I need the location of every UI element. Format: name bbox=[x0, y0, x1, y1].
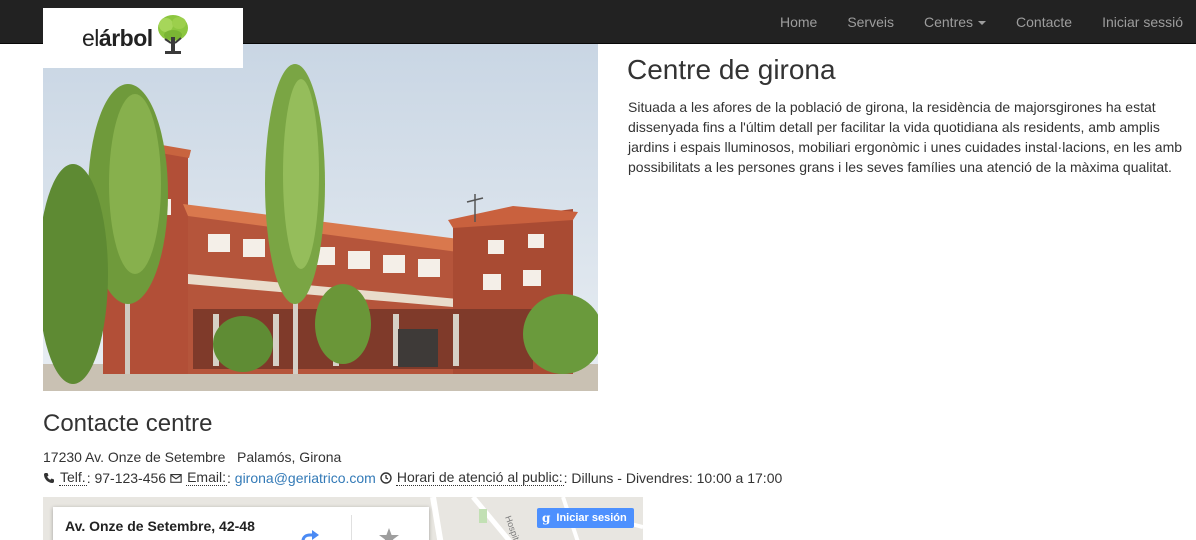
logo-wordmark: elárbol bbox=[82, 25, 153, 52]
building-illustration bbox=[43, 44, 598, 391]
nav-menu: Home Serveis Centres Contacte Iniciar se… bbox=[765, 0, 1196, 44]
contact-address: 17230 Av. Onze de Setembre Palamós, Giro… bbox=[43, 449, 342, 465]
nav-contacte[interactable]: Contacte bbox=[1001, 4, 1087, 40]
google-signin-button[interactable]: g Iniciar sesión bbox=[537, 508, 634, 528]
map-card-divider bbox=[351, 515, 352, 540]
directions-icon[interactable] bbox=[299, 529, 321, 540]
nav-home[interactable]: Home bbox=[765, 4, 832, 40]
phone-number: 97-123-456 bbox=[94, 469, 167, 486]
nav-iniciar-sessio[interactable]: Iniciar sessió bbox=[1087, 4, 1196, 40]
google-g-icon: g bbox=[542, 511, 551, 525]
map-embed[interactable]: Hospital Av. Onze de Setembre, 42-48 g I… bbox=[43, 497, 643, 540]
centre-description: Situada a les afores de la població de g… bbox=[628, 99, 1183, 175]
email-separator: : bbox=[227, 469, 231, 486]
contact-heading: Contacte centre bbox=[43, 410, 213, 437]
hours-value: Dilluns - Divendres: 10:00 a 17:00 bbox=[571, 469, 783, 486]
nav-serveis[interactable]: Serveis bbox=[832, 4, 909, 40]
phone-icon bbox=[44, 472, 54, 483]
page-title: Centre de girona bbox=[627, 54, 836, 85]
map-place-card: Av. Onze de Setembre, 42-48 bbox=[53, 507, 429, 540]
nav-centres-dropdown[interactable]: Centres bbox=[909, 4, 1001, 40]
caret-down-icon bbox=[978, 21, 987, 26]
hours-label: Horari de atenció al public: bbox=[395, 469, 564, 486]
email-label: Email: bbox=[186, 469, 227, 486]
phone-label: Telf. bbox=[59, 469, 87, 486]
tree-logo-icon bbox=[157, 15, 188, 54]
contact-details: Telf. : 97-123-456 Email: : girona@geria… bbox=[43, 469, 782, 486]
clock-icon bbox=[380, 471, 392, 484]
star-icon[interactable] bbox=[378, 527, 400, 540]
envelope-icon bbox=[170, 473, 182, 483]
google-signin-label: Iniciar sesión bbox=[556, 512, 627, 524]
hours-separator: : bbox=[563, 469, 568, 486]
brand-logo[interactable]: elárbol bbox=[43, 8, 243, 68]
logo-text-light: el bbox=[82, 24, 99, 51]
centre-photo bbox=[43, 44, 598, 391]
map-place-name: Av. Onze de Setembre, 42-48 bbox=[65, 518, 255, 534]
nav-centres-label: Centres bbox=[924, 14, 974, 30]
phone-separator: : bbox=[86, 469, 91, 486]
email-link[interactable]: girona@geriatrico.com bbox=[235, 470, 376, 486]
logo-text-bold: árbol bbox=[98, 24, 153, 51]
